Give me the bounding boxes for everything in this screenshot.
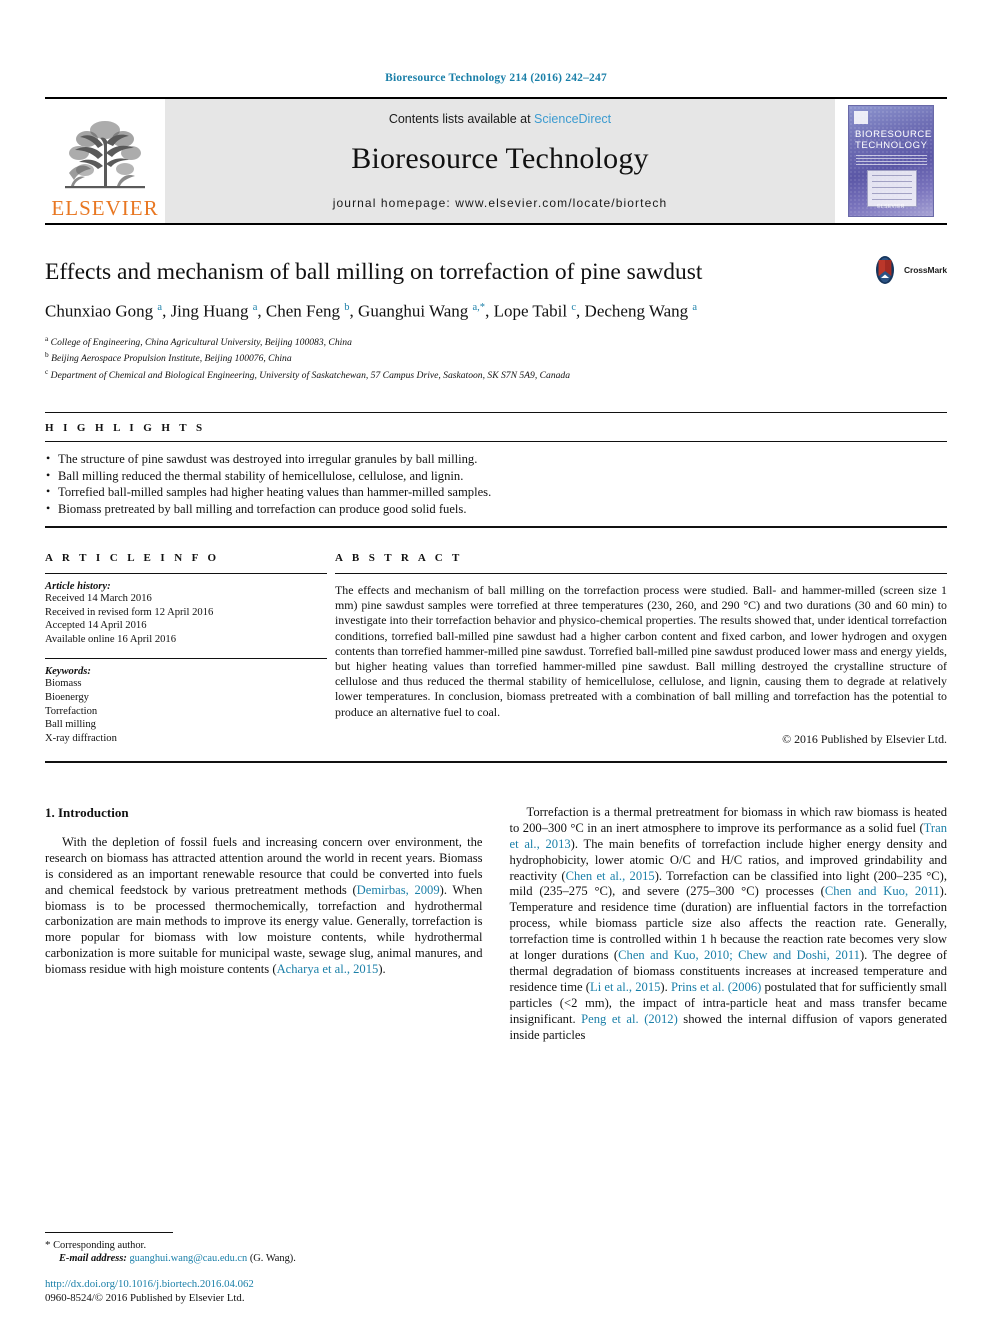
highlight-item: Ball milling reduced the thermal stabili… [45, 467, 947, 484]
contents-available-line: Contents lists available at ScienceDirec… [389, 112, 611, 126]
article-history-lines: Received 14 March 2016 Received in revise… [45, 592, 327, 646]
highlights-bottom-rule [45, 526, 947, 529]
journal-homepage-link[interactable]: journal homepage: www.elsevier.com/locat… [333, 196, 667, 210]
keyword-item: Torrefaction [45, 705, 98, 717]
cover-elsevier-mark-icon [854, 111, 868, 124]
cover-subtitle-lines [856, 155, 927, 167]
crossmark-icon [875, 256, 894, 284]
article-history-line: Accepted 14 April 2016 [45, 620, 147, 632]
abstract-heading: A B S T R A C T [335, 552, 463, 565]
crossmark-label: CrossMark [903, 265, 947, 275]
highlights-list: The structure of pine sawdust was destro… [45, 450, 947, 526]
highlight-item: Biomass pretreated by ball milling and t… [45, 500, 947, 517]
author-list: Chunxiao Gong a, Jing Huang a, Chen Feng… [45, 301, 698, 321]
article-history-block: Article history: Received 14 March 2016 R… [45, 574, 327, 646]
masthead-center-band: Contents lists available at ScienceDirec… [165, 99, 835, 223]
affiliation-list: a College of Engineering, China Agricult… [45, 333, 947, 383]
article-history-line: Received 14 March 2016 [45, 593, 152, 605]
page-title: Effects and mechanism of ball milling on… [45, 259, 703, 285]
journal-cover-thumbnail: BIORESOURCE TECHNOLOGY ELSEVIER [835, 99, 947, 223]
doi-link[interactable]: http://dx.doi.org/10.1016/j.biortech.201… [45, 1277, 485, 1291]
info-abstract-bottom-rule [45, 760, 947, 763]
article-page: Bioresource Technology 214 (2016) 242–24… [0, 0, 992, 1323]
highlight-item: The structure of pine sawdust was destro… [45, 450, 947, 467]
intro-paragraph-right: Torrefaction is a thermal pretreatment f… [509, 804, 948, 1042]
page-footer: http://dx.doi.org/10.1016/j.biortech.201… [45, 1277, 485, 1305]
corresponding-text: Corresponding author. [53, 1239, 147, 1251]
section-heading-introduction: 1. Introduction [45, 804, 129, 820]
journal-masthead: ELSEVIER Contents lists available at Sci… [45, 97, 947, 225]
crossmark-badge[interactable]: CrossMark [870, 255, 947, 285]
keywords-lines: Biomass Bioenergy Torrefaction Ball milling… [45, 677, 327, 745]
title-block: CrossMark Effects and mechanism of ball … [45, 256, 947, 383]
keywords-title: Keywords: [45, 666, 91, 678]
highlights-heading: H I G H L I G H T S [45, 422, 206, 435]
highlights-section: H I G H L I G H T S The structure of pin… [45, 412, 947, 529]
corresponding-author-footnote: * Corresponding author. E-mail address: … [45, 1231, 465, 1265]
cover-title-line2: TECHNOLOGY [855, 139, 928, 151]
cover-figure-box [867, 170, 917, 207]
highlights-divider [45, 441, 947, 443]
article-history-line: Received in revised form 12 April 2016 [45, 606, 214, 618]
keyword-item: X-ray diffraction [45, 732, 117, 744]
keywords-block: Keywords: Biomass Bioenergy Torrefaction Ba… [45, 659, 327, 745]
elsevier-wordmark: ELSEVIER [51, 196, 159, 220]
info-abstract-section: A R T I C L E I N F O Article history: R… [45, 552, 947, 747]
email-link[interactable]: guanghui.wang@cau.edu.cn [129, 1253, 247, 1264]
affiliation-c: c Department of Chemical and Biological … [45, 366, 571, 382]
issn-copyright-line: 0960-8524/© 2016 Published by Elsevier L… [45, 1292, 245, 1304]
contents-prefix: Contents lists available at [388, 111, 535, 126]
keyword-item: Ball milling [45, 719, 96, 731]
article-history-line: Available online 16 April 2016 [45, 633, 177, 645]
cover-footer-text: ELSEVIER [877, 204, 905, 210]
corresponding-marker: * [45, 1238, 51, 1251]
abstract-column: A B S T R A C T The effects and mechanis… [327, 552, 947, 747]
abstract-copyright: © 2016 Published by Elsevier Ltd. [782, 731, 947, 746]
cover-title: BIORESOURCE TECHNOLOGY [855, 129, 932, 151]
elsevier-logo: ELSEVIER [45, 99, 165, 223]
sciencedirect-link[interactable]: ScienceDirect [534, 112, 611, 126]
journal-title: Bioresource Technology [351, 141, 649, 175]
cover-image: BIORESOURCE TECHNOLOGY ELSEVIER [848, 105, 934, 217]
highlights-heading-rule: H I G H L I G H T S [45, 412, 947, 434]
running-head: Bioresource Technology 214 (2016) 242–24… [385, 72, 607, 84]
footnote-rule [45, 1231, 173, 1233]
article-info-column: A R T I C L E I N F O Article history: R… [45, 552, 327, 747]
intro-paragraph-left: With the depletion of fossil fuels and i… [45, 834, 483, 977]
abstract-text: The effects and mechanism of ball millin… [335, 583, 947, 719]
body-column-right: Torrefaction is a thermal pretreatment f… [510, 805, 948, 1044]
affiliation-b: b Beijing Aerospace Propulsion Institute… [45, 350, 292, 365]
body-two-column: 1. Introduction With the depletion of fo… [45, 805, 947, 1044]
email-suffix: (G. Wang). [249, 1252, 296, 1264]
elsevier-tree-icon [65, 121, 145, 189]
keyword-item: Bioenergy [45, 692, 89, 704]
cover-title-line1: BIORESOURCE [855, 129, 932, 140]
article-info-heading: A R T I C L E I N F O [45, 552, 220, 565]
highlight-item: Torrefied ball-milled samples had higher… [45, 483, 947, 500]
keyword-item: Biomass [45, 678, 82, 690]
email-label: E-mail address: [59, 1252, 127, 1264]
corresponding-author-line: * Corresponding author. [45, 1239, 465, 1252]
affiliation-a: a College of Engineering, China Agricult… [45, 333, 352, 348]
body-column-left: 1. Introduction With the depletion of fo… [45, 805, 483, 1044]
email-line: E-mail address: guanghui.wang@cau.edu.cn… [45, 1252, 465, 1265]
article-history-title: Article history: [45, 581, 111, 593]
